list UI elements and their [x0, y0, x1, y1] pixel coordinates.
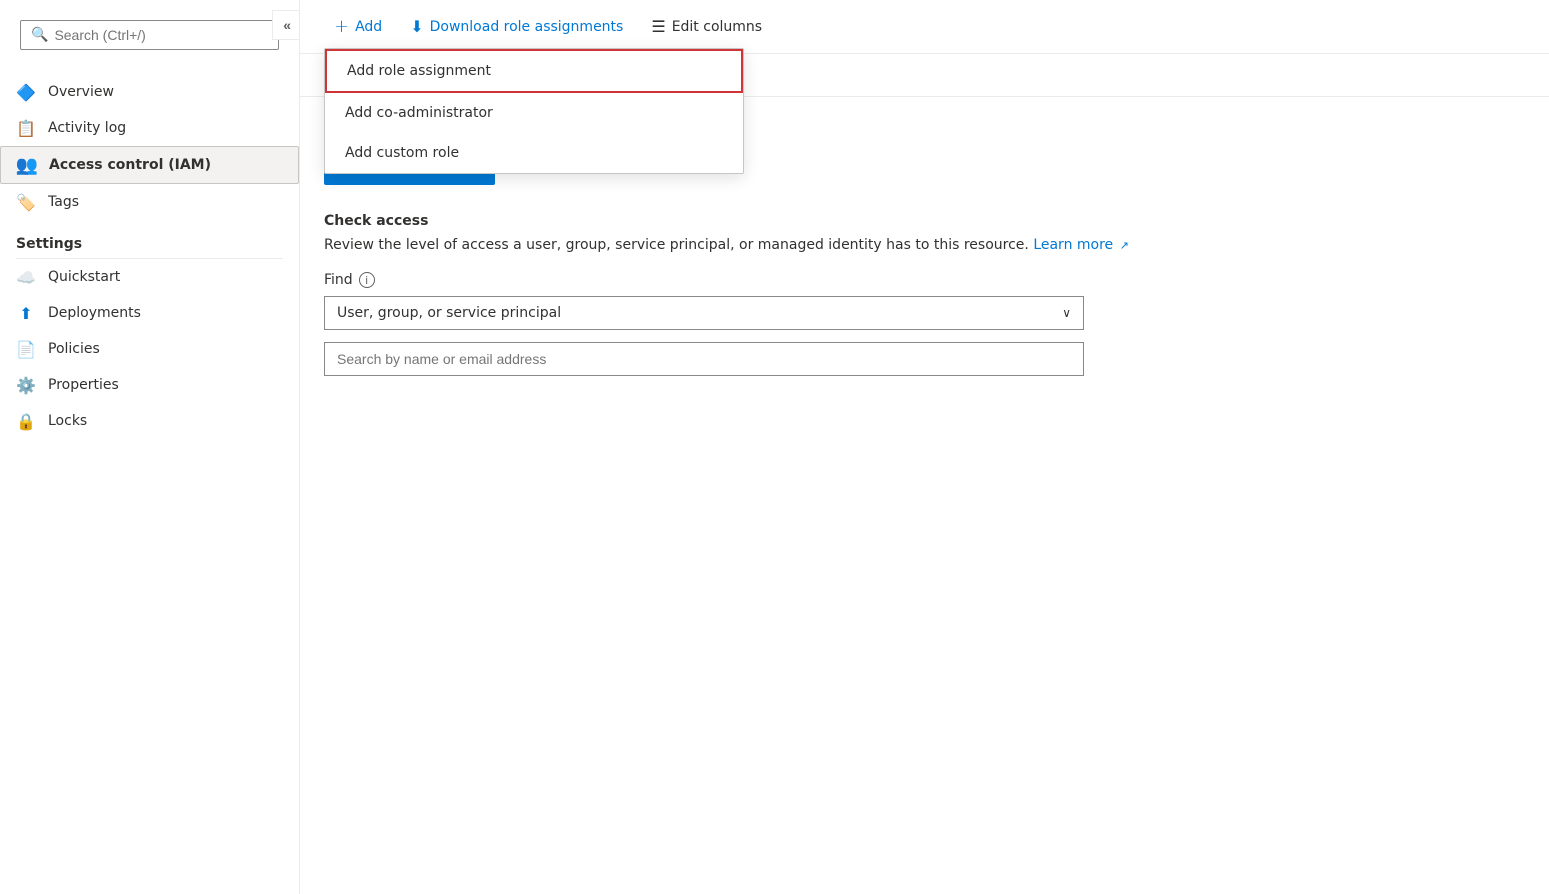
sidebar-item-access-control[interactable]: 👥 Access control (IAM)	[0, 146, 299, 184]
dropdown-item-add-custom-role[interactable]: Add custom role	[325, 133, 743, 173]
sidebar-item-label: Quickstart	[48, 269, 120, 285]
sidebar-item-label: Activity log	[48, 120, 126, 136]
dropdown-menu-container: Add role assignment Add co-administrator…	[324, 48, 744, 174]
add-dropdown-menu: Add role assignment Add co-administrator…	[324, 48, 744, 174]
check-access-section: Check access Review the level of access …	[324, 213, 1525, 376]
sidebar-item-label: Overview	[48, 84, 114, 100]
find-type-dropdown[interactable]: User, group, or service principal ∨	[324, 296, 1084, 330]
content-area: View my level of access to this resource…	[300, 97, 1549, 894]
activity-log-icon: 📋	[16, 118, 36, 138]
check-access-desc-text: Review the level of access a user, group…	[324, 237, 1029, 253]
toolbar: + Add ⬇ Download role assignments ☰ Edit…	[300, 0, 1549, 54]
info-icon-text: i	[365, 274, 368, 287]
collapse-sidebar-button[interactable]: «	[272, 10, 300, 40]
sidebar-item-properties[interactable]: ⚙️ Properties	[0, 367, 299, 403]
check-access-description: Review the level of access a user, group…	[324, 235, 1525, 256]
collapse-icon: «	[283, 17, 289, 33]
sidebar-item-policies[interactable]: 📄 Policies	[0, 331, 299, 367]
sidebar: 🔍 « 🔷 Overview 📋 Activity log 👥 Access c…	[0, 0, 300, 894]
find-label-text: Find	[324, 272, 353, 288]
properties-icon: ⚙️	[16, 375, 36, 395]
download-label: Download role assignments	[430, 19, 624, 35]
sidebar-navigation: 🔷 Overview 📋 Activity log 👥 Access contr…	[0, 70, 299, 443]
find-info-icon[interactable]: i	[359, 272, 375, 288]
dropdown-item-add-co-administrator[interactable]: Add co-administrator	[325, 93, 743, 133]
add-label: Add	[355, 19, 382, 35]
sidebar-item-label: Deployments	[48, 305, 141, 321]
sidebar-item-deployments[interactable]: ⬆ Deployments	[0, 295, 299, 331]
search-icon: 🔍	[31, 27, 48, 43]
locks-icon: 🔒	[16, 411, 36, 431]
policies-icon: 📄	[16, 339, 36, 359]
download-icon: ⬇	[410, 17, 423, 36]
deployments-icon: ⬆	[16, 303, 36, 323]
learn-more-link[interactable]: Learn more ↗	[1033, 237, 1129, 253]
add-role-assignment-label: Add role assignment	[347, 63, 491, 79]
edit-columns-button[interactable]: ☰ Edit columns	[641, 11, 772, 42]
sidebar-item-label: Policies	[48, 341, 100, 357]
learn-more-label: Learn more	[1033, 237, 1113, 253]
edit-columns-icon: ☰	[651, 17, 665, 36]
sidebar-item-label: Access control (IAM)	[49, 157, 211, 173]
dropdown-item-add-role-assignment[interactable]: Add role assignment	[325, 49, 743, 93]
edit-columns-label: Edit columns	[672, 19, 762, 35]
add-custom-role-label: Add custom role	[345, 145, 459, 161]
sidebar-item-tags[interactable]: 🏷️ Tags	[0, 184, 299, 220]
access-control-icon: 👥	[17, 155, 37, 175]
check-access-title: Check access	[324, 213, 1525, 229]
find-search-input[interactable]	[324, 342, 1084, 376]
settings-section-label: Settings	[0, 220, 299, 258]
sidebar-item-label: Locks	[48, 413, 87, 429]
add-button[interactable]: + Add	[324, 10, 392, 43]
overview-icon: 🔷	[16, 82, 36, 102]
sidebar-item-label: Tags	[48, 194, 79, 210]
tags-icon: 🏷️	[16, 192, 36, 212]
find-type-value: User, group, or service principal	[337, 305, 561, 321]
sidebar-item-quickstart[interactable]: ☁️ Quickstart	[0, 259, 299, 295]
find-label-container: Find i	[324, 272, 1525, 288]
sidebar-item-overview[interactable]: 🔷 Overview	[0, 74, 299, 110]
quickstart-icon: ☁️	[16, 267, 36, 287]
sidebar-item-locks[interactable]: 🔒 Locks	[0, 403, 299, 439]
search-bar[interactable]: 🔍	[20, 20, 279, 50]
external-link-icon: ↗	[1120, 239, 1129, 252]
add-icon: +	[334, 16, 349, 37]
download-button[interactable]: ⬇ Download role assignments	[400, 11, 633, 42]
add-co-administrator-label: Add co-administrator	[345, 105, 493, 121]
chevron-down-icon: ∨	[1062, 306, 1071, 320]
sidebar-item-activity-log[interactable]: 📋 Activity log	[0, 110, 299, 146]
sidebar-item-label: Properties	[48, 377, 119, 393]
main-content: + Add ⬇ Download role assignments ☰ Edit…	[300, 0, 1549, 894]
search-input[interactable]	[54, 27, 268, 43]
